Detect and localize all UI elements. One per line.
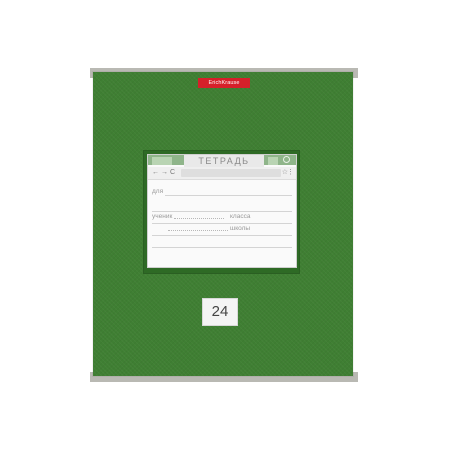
rule-line-3	[152, 223, 292, 224]
rule-line-4	[152, 235, 292, 236]
dotted-line-student	[174, 218, 224, 219]
back-arrow-icon: ←	[152, 169, 159, 176]
sheet-count-badge: 24	[202, 298, 238, 326]
titlebar-tab-right	[268, 157, 278, 165]
forward-arrow-icon: →	[161, 169, 168, 176]
dotted-line-school	[168, 230, 228, 231]
label-card: ТЕТРАДЬ ← → C ☆ ⋮ для ученик класса школ…	[147, 154, 297, 268]
brand-logo: ErichKrause	[198, 78, 250, 88]
rule-line-2	[152, 211, 292, 212]
label-title: ТЕТРАДЬ	[184, 155, 264, 167]
rule-line-5	[152, 247, 292, 248]
field-label-for: для	[152, 188, 166, 196]
label-navbar: ← → C ☆ ⋮	[148, 167, 296, 180]
titlebar-tab-left	[152, 157, 172, 165]
notebook-scene: ErichKrause ТЕТРАДЬ ← → C ☆ ⋮ для ученик…	[0, 0, 450, 450]
address-bar	[181, 169, 281, 177]
gear-icon	[283, 156, 290, 163]
rule-line-1	[152, 195, 292, 196]
field-label-school: школы	[230, 225, 253, 233]
field-label-student: ученик	[152, 213, 175, 221]
menu-icon: ⋮	[287, 169, 294, 176]
field-label-class: класса	[230, 213, 253, 221]
reload-icon: C	[170, 169, 176, 176]
